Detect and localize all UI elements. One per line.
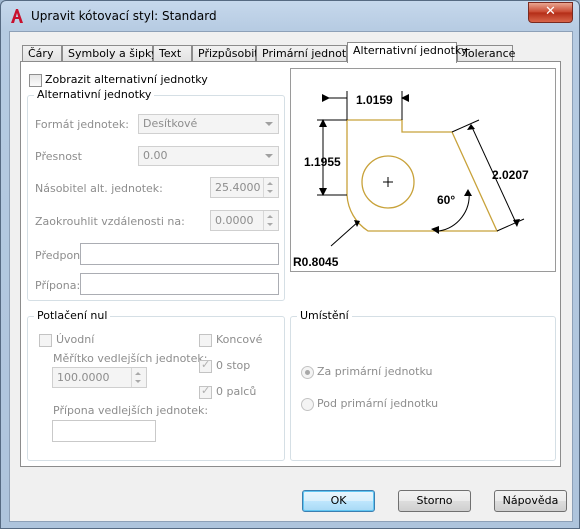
spin-down-icon [135, 380, 141, 383]
leading-zero-label[interactable]: Úvodní [56, 333, 94, 346]
sub-unit-suffix-input[interactable] [52, 420, 156, 442]
unit-format-value: Desítkové [143, 117, 198, 130]
chevron-down-icon [265, 154, 273, 158]
zero-suppression-title: Potlačení nul [34, 309, 111, 322]
precision-label: Přesnost [35, 150, 82, 163]
dim-left-text: 1.1955 [304, 155, 341, 169]
sub-unit-factor-label: Měřítko vedlejších jednotek: [53, 352, 208, 365]
trailing-zero-checkbox[interactable] [199, 334, 212, 347]
suffix-label: Přípona: [35, 279, 81, 292]
close-button[interactable]: ✕ [528, 2, 573, 23]
spin-down-icon [267, 190, 273, 193]
trailing-zero-label[interactable]: Koncové [216, 333, 262, 346]
spinner-buttons[interactable] [263, 211, 278, 230]
dim-right-text: 2.0207 [492, 168, 529, 182]
unit-format-label: Formát jednotek: [35, 118, 129, 131]
prefix-input[interactable] [80, 243, 279, 265]
spin-up-icon [267, 215, 273, 218]
zero-feet-checkbox[interactable]: ✓ [199, 358, 212, 373]
sub-unit-factor-value: 100.0000 [57, 371, 110, 384]
dialog-window: Upravit kótovací styl: Standard ✕ Čáry S… [0, 0, 580, 529]
zero-inches-label[interactable]: 0 palců [216, 385, 256, 398]
spin-up-icon [267, 182, 273, 185]
spin-up-icon [135, 372, 141, 375]
after-primary-radio[interactable] [301, 366, 314, 379]
checkmark-icon: ✓ [201, 358, 211, 371]
title-bar[interactable]: Upravit kótovací styl: Standard ✕ [1, 1, 579, 31]
dimension-preview: 1.0159 1.1955 2.0207 60° R0.8045 [290, 68, 556, 272]
precision-value: 0.00 [143, 149, 168, 162]
placement-group: Umístění Za primární jednotku Pod primár… [290, 309, 556, 461]
ok-button[interactable]: OK [302, 490, 375, 512]
leading-zero-checkbox[interactable] [39, 334, 52, 347]
dialog-client-area: Čáry Symboly a šipky Text Přizpůsobit Pr… [9, 31, 573, 522]
multiplier-value: 25.4000 [215, 181, 261, 194]
multiplier-spinner[interactable]: 25.4000 [210, 177, 279, 198]
alt-units-group: Alternativní jednotky Formát jednotek: D… [27, 88, 285, 301]
spinner-buttons[interactable] [263, 178, 278, 197]
alt-units-group-title: Alternativní jednotky [34, 88, 155, 101]
multiplier-label: Násobitel alt. jednotek: [35, 182, 163, 195]
placement-title: Umístění [297, 309, 352, 322]
zero-inches-checkbox[interactable]: ✓ [199, 384, 212, 399]
tab-alternate-units[interactable]: Alternativní jednotky [347, 42, 467, 63]
tab-lines[interactable]: Čáry [22, 45, 62, 62]
round-off-label: Zaokrouhlit vzdálenosti na: [35, 215, 185, 228]
precision-combo[interactable]: 0.00 [138, 146, 279, 166]
tab-primary-units[interactable]: Primární jednotky [256, 45, 359, 62]
round-off-value: 0.0000 [215, 214, 254, 227]
unit-format-combo[interactable]: Desítkové [138, 114, 279, 134]
below-primary-radio[interactable] [301, 398, 314, 411]
zero-feet-label[interactable]: 0 stop [216, 359, 250, 372]
dim-angle-text: 60° [437, 193, 455, 207]
round-off-spinner[interactable]: 0.0000 [210, 210, 279, 231]
suffix-input[interactable] [80, 273, 279, 295]
show-alt-units-checkbox[interactable] [29, 74, 42, 87]
sub-unit-factor-spinner[interactable]: 100.0000 [52, 367, 147, 388]
sub-unit-suffix-label: Přípona vedlejších jednotek: [53, 404, 209, 417]
zero-suppression-group: Potlačení nul Úvodní Koncové Měřítko ved… [27, 309, 285, 461]
preview-drawing: 1.0159 1.1955 2.0207 60° R0.8045 [293, 91, 529, 269]
cancel-button[interactable]: Storno [398, 490, 471, 512]
window-title: Upravit kótovací styl: Standard [31, 9, 217, 23]
tab-symbols-arrows[interactable]: Symboly a šipky [62, 45, 157, 62]
chevron-down-icon [265, 122, 273, 126]
radio-dot-icon [305, 370, 310, 375]
tab-text[interactable]: Text [153, 45, 192, 62]
spin-down-icon [267, 223, 273, 226]
checkmark-icon: ✓ [201, 384, 211, 397]
dim-radius-text: R0.8045 [293, 255, 339, 269]
autocad-app-icon [11, 9, 23, 23]
spinner-buttons[interactable] [131, 368, 146, 387]
dim-top-text: 1.0159 [356, 93, 393, 107]
after-primary-label[interactable]: Za primární jednotku [317, 365, 432, 378]
help-button[interactable]: Nápověda [494, 490, 567, 512]
show-alt-units-label[interactable]: Zobrazit alternativní jednotky [45, 73, 208, 86]
below-primary-label[interactable]: Pod primární jednotku [317, 397, 438, 410]
tab-fit[interactable]: Přizpůsobit [192, 45, 259, 62]
tab-panel: Zobrazit alternativní jednotky Alternati… [20, 61, 561, 467]
